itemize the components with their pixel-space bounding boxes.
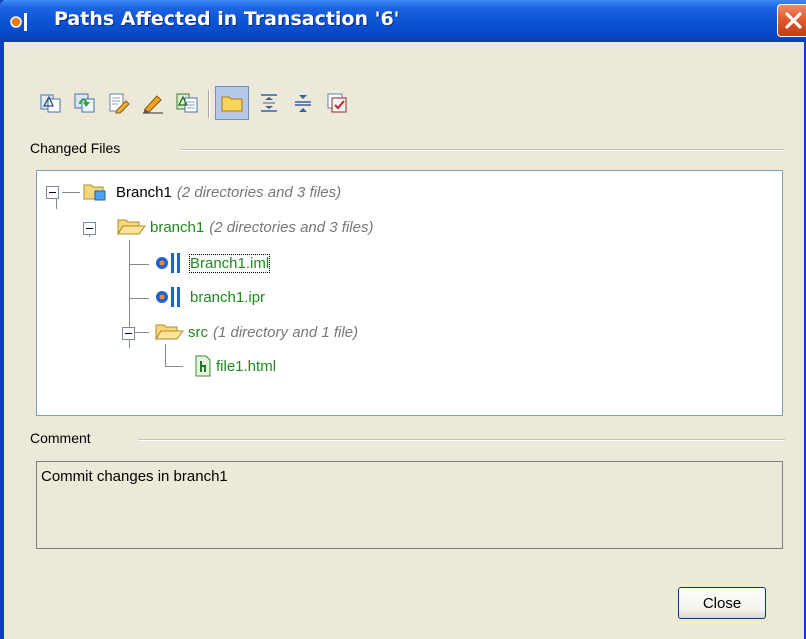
- changed-files-tree[interactable]: Branch1 (2 directories and 3 files) bran…: [36, 170, 783, 416]
- tree-item-branch1-ipr[interactable]: branch1.ipr: [155, 286, 265, 308]
- idea-project-icon: [156, 287, 180, 307]
- changed-files-label: Changed Files: [30, 140, 121, 156]
- title-bar[interactable]: Paths Affected in Transaction '6': [0, 0, 806, 42]
- collapse-expander-icon[interactable]: [46, 186, 59, 199]
- edit-button[interactable]: [104, 88, 134, 118]
- changed-files-divider: [180, 149, 785, 151]
- expand-all-button[interactable]: [254, 88, 284, 118]
- close-button[interactable]: Close: [678, 587, 766, 619]
- window-title: Paths Affected in Transaction '6': [54, 8, 400, 30]
- collapse-all-icon: [295, 95, 311, 112]
- pencil-button[interactable]: [138, 88, 168, 118]
- collapse-expander-icon[interactable]: [122, 327, 135, 340]
- tree-item-branch1-root[interactable]: Branch1 (2 directories and 3 files): [83, 181, 341, 203]
- refresh-button[interactable]: [70, 88, 100, 118]
- tree-item-branch1-iml[interactable]: Branch1.iml: [155, 252, 271, 274]
- compare-icon: [40, 94, 61, 113]
- window-close-button[interactable]: [777, 4, 806, 37]
- open-folder-icon: [117, 219, 146, 236]
- checklist-icon: [327, 93, 347, 113]
- comment-text-area[interactable]: Commit changes in branch1: [36, 461, 783, 549]
- html-file-icon: [195, 355, 211, 377]
- compare-with-button[interactable]: [172, 88, 202, 118]
- tree-item-src-folder[interactable]: src (1 directory and 1 file): [155, 321, 358, 343]
- comment-divider: [138, 439, 785, 441]
- compare-button[interactable]: [36, 88, 66, 118]
- expand-all-icon: [261, 94, 277, 112]
- compare-with-icon: [176, 93, 198, 113]
- open-folder-icon: [155, 324, 184, 341]
- group-by-folder-toggle[interactable]: [215, 86, 249, 120]
- tree-item-file1-html[interactable]: file1.html: [193, 355, 276, 377]
- refresh-icon: [74, 93, 95, 113]
- repository-folder-icon: [83, 184, 106, 201]
- collapse-all-button[interactable]: [288, 88, 318, 118]
- tree-item-branch1-folder[interactable]: branch1 (2 directories and 3 files): [117, 216, 373, 238]
- app-icon: [10, 11, 32, 33]
- pencil-icon: [143, 95, 163, 114]
- idea-module-icon: [156, 253, 180, 273]
- comment-label: Comment: [30, 430, 91, 446]
- collapse-expander-icon[interactable]: [83, 222, 96, 235]
- edit-icon: [109, 93, 130, 114]
- dialog-window: Paths Affected in Transaction '6' Change…: [0, 0, 806, 639]
- checklist-button[interactable]: [322, 88, 352, 118]
- folder-icon: [221, 96, 243, 112]
